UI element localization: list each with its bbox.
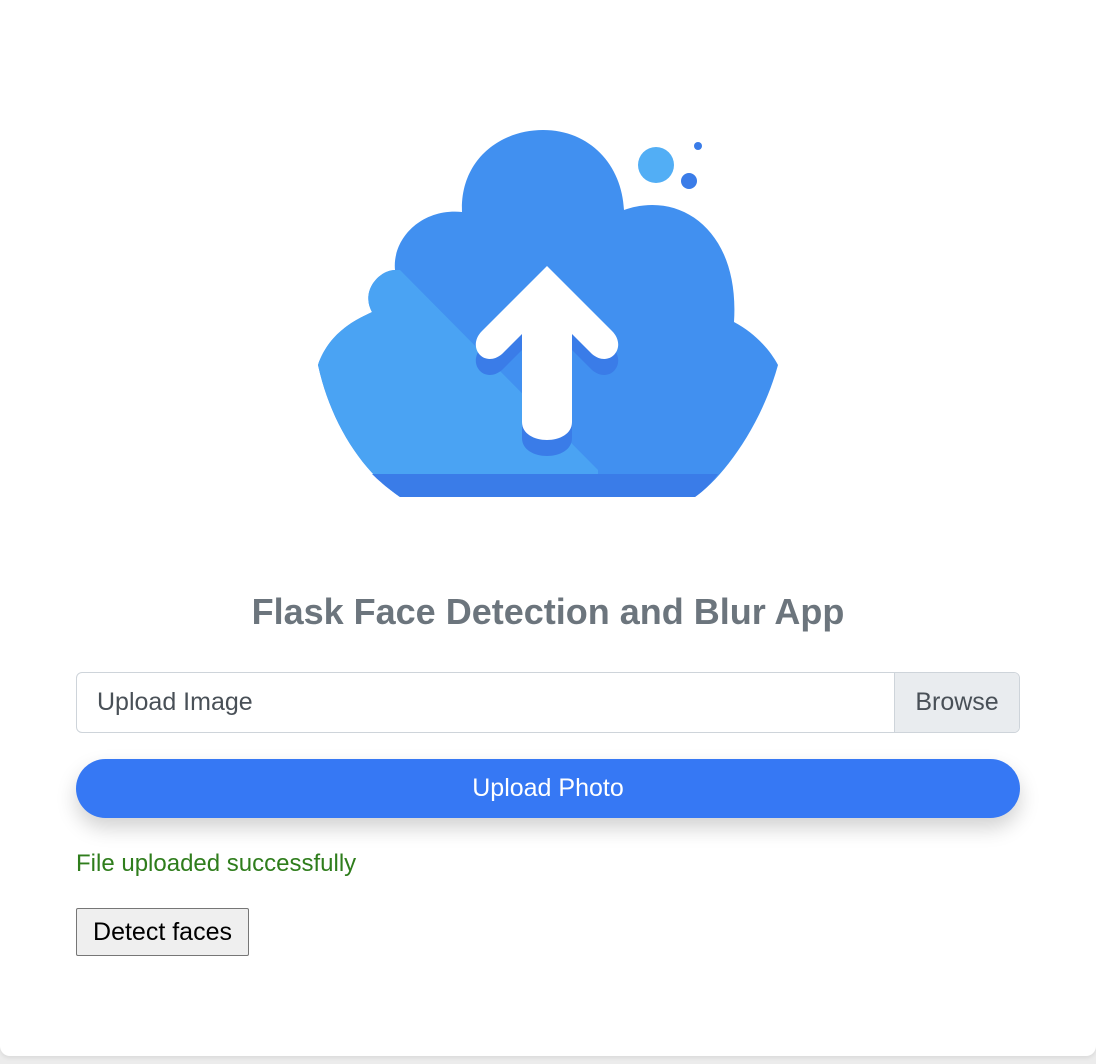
page-title: Flask Face Detection and Blur App bbox=[251, 591, 845, 632]
hero-illustration bbox=[300, 118, 800, 510]
main-card: Flask Face Detection and Blur App Upload… bbox=[0, 0, 1096, 1056]
cloud-upload-icon bbox=[318, 130, 778, 497]
browse-button[interactable]: Browse bbox=[894, 673, 1019, 732]
upload-photo-button[interactable]: Upload Photo bbox=[76, 759, 1020, 818]
file-input-label[interactable]: Upload Image bbox=[97, 673, 253, 732]
detect-faces-button[interactable]: Detect faces bbox=[76, 908, 249, 956]
upload-status-message: File uploaded successfully bbox=[76, 850, 357, 877]
file-input-group[interactable]: Upload Image Browse bbox=[76, 672, 1020, 733]
